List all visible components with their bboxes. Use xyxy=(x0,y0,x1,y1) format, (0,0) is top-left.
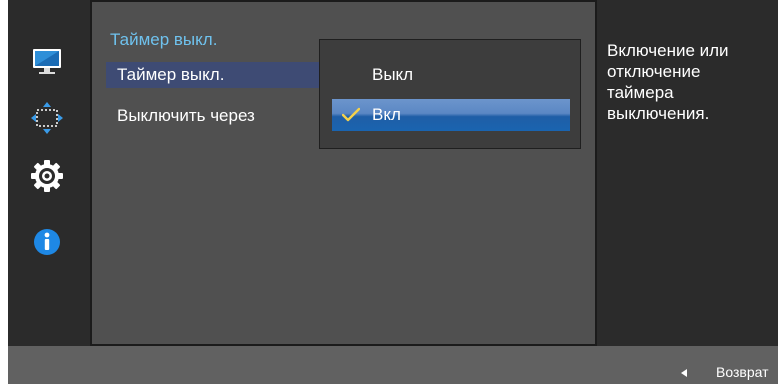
option-on-label: Вкл xyxy=(372,105,401,124)
section-title: Таймер выкл. xyxy=(110,30,218,49)
back-arrow-icon[interactable] xyxy=(681,369,687,377)
back-label[interactable]: Возврат xyxy=(716,364,769,380)
menu-item-off-timer[interactable]: Таймер выкл. xyxy=(106,62,326,88)
system-gear-icon[interactable] xyxy=(31,160,63,192)
bottom-bar xyxy=(8,346,778,384)
option-popup: Выкл Вкл xyxy=(319,39,581,149)
monitor-icon[interactable] xyxy=(31,46,63,78)
option-off[interactable]: Выкл xyxy=(332,59,570,91)
size-position-icon[interactable] xyxy=(31,102,63,134)
option-off-label: Выкл xyxy=(372,65,414,84)
menu-item-turn-off-after[interactable]: Выключить через xyxy=(106,103,326,129)
option-on[interactable]: Вкл xyxy=(332,99,570,131)
help-description: Включение или отключение таймера выключе… xyxy=(607,41,729,123)
info-icon[interactable] xyxy=(31,226,63,258)
check-icon xyxy=(342,107,360,122)
